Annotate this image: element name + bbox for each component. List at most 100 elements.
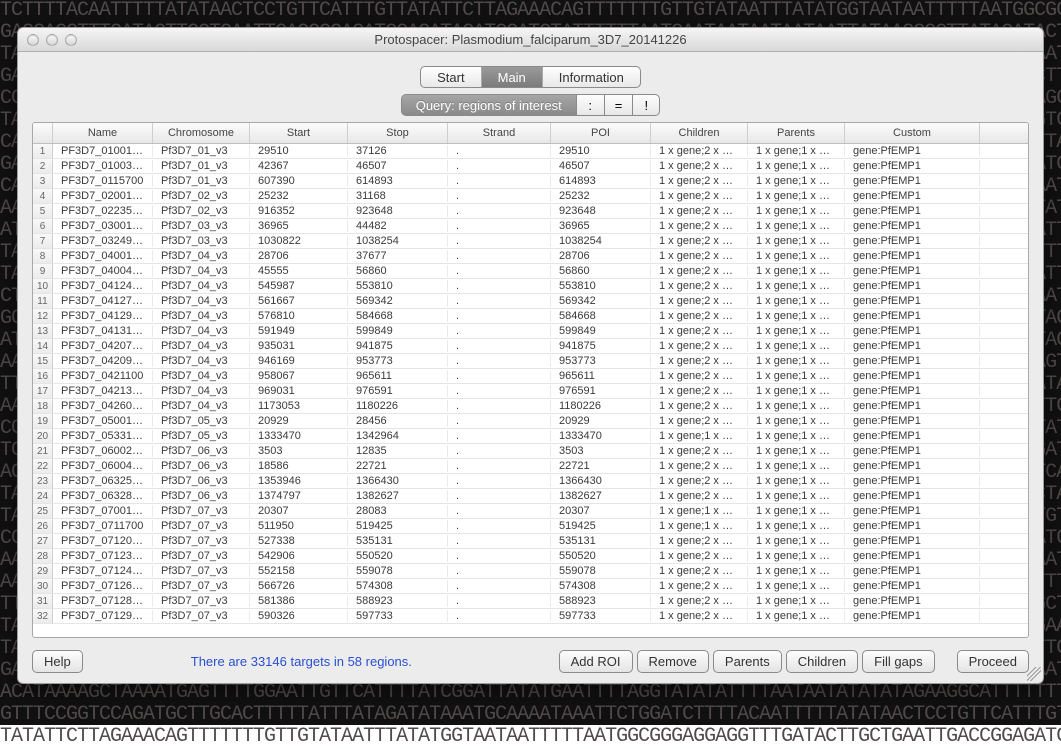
cell-poi: 29510 (551, 145, 651, 157)
table-row[interactable]: 31PF3D7_0712800Pf3D7_07_v3581386588923.5… (33, 594, 1028, 609)
row-number: 12 (33, 309, 53, 323)
cell-custom: gene:PfEMP1 (845, 520, 980, 532)
tab-information[interactable]: Information (543, 67, 640, 87)
table-row[interactable]: 6PF3D7_0300100Pf3D7_03_v33696544482.3696… (33, 219, 1028, 234)
row-number: 26 (33, 519, 53, 533)
table-row[interactable]: 16PF3D7_0421100Pf3D7_04_v3958067965611.9… (33, 369, 1028, 384)
row-number: 24 (33, 489, 53, 503)
header-custom[interactable]: Custom (845, 123, 980, 143)
cell-stop: 28083 (348, 505, 448, 517)
table-body[interactable]: 1PF3D7_0100100Pf3D7_01_v32951037126.2951… (33, 144, 1028, 637)
tab-start[interactable]: Start (421, 67, 481, 87)
table-row[interactable]: 14PF3D7_0420700Pf3D7_04_v3935031941875.9… (33, 339, 1028, 354)
minimize-icon[interactable] (46, 34, 58, 46)
table-row[interactable]: 9PF3D7_0400400Pf3D7_04_v34555556860.5686… (33, 264, 1028, 279)
cell-parents: 1 x gene;1 x mr... (748, 235, 845, 247)
table-row[interactable]: 21PF3D7_0600200Pf3D7_06_v3350312835.3503… (33, 444, 1028, 459)
cell-stop: 574308 (348, 580, 448, 592)
cell-parents: 1 x gene;1 x mr... (748, 400, 845, 412)
resize-handle-icon[interactable] (1027, 667, 1041, 681)
table-row[interactable]: 26PF3D7_0711700Pf3D7_07_v3511950519425.5… (33, 519, 1028, 534)
row-number: 32 (33, 609, 53, 623)
table-row[interactable]: 18PF3D7_0426000Pf3D7_04_v311730531180226… (33, 399, 1028, 414)
cell-children: 1 x gene;1 x ex... (651, 520, 748, 532)
cell-start: 542906 (250, 550, 348, 562)
header-chromosome[interactable]: Chromosome (153, 123, 250, 143)
header-parents[interactable]: Parents (748, 123, 845, 143)
cell-chromosome: Pf3D7_04_v3 (153, 355, 250, 367)
cell-parents: 1 x gene;1 x mr... (748, 460, 845, 472)
cell-custom: gene:PfEMP1 (845, 280, 980, 292)
table-row[interactable]: 24PF3D7_0632800Pf3D7_06_v313747971382627… (33, 489, 1028, 504)
table-row[interactable]: 7PF3D7_0324900Pf3D7_03_v310308221038254.… (33, 234, 1028, 249)
table-row[interactable]: 22PF3D7_0600400Pf3D7_06_v31858622721.227… (33, 459, 1028, 474)
header-strand[interactable]: Strand (448, 123, 551, 143)
table-row[interactable]: 28PF3D7_0712300Pf3D7_07_v3542906550520.5… (33, 549, 1028, 564)
query-colon-button[interactable]: : (576, 94, 604, 116)
cell-children: 1 x gene;2 x ex... (651, 205, 748, 217)
table-row[interactable]: 2PF3D7_0100300Pf3D7_01_v34236746507.4650… (33, 159, 1028, 174)
cell-poi: 574308 (551, 580, 651, 592)
close-icon[interactable] (27, 34, 39, 46)
table-row[interactable]: 20PF3D7_0533100Pf3D7_05_v313334701342964… (33, 429, 1028, 444)
table-row[interactable]: 19PF3D7_0500100Pf3D7_05_v32092928456.209… (33, 414, 1028, 429)
header-rownum[interactable] (33, 123, 53, 143)
parents-button[interactable]: Parents (713, 650, 782, 673)
cell-chromosome: Pf3D7_02_v3 (153, 190, 250, 202)
query-not-button[interactable]: ! (632, 94, 660, 116)
cell-parents: 1 x gene;1 x mr... (748, 145, 845, 157)
query-equals-button[interactable]: = (604, 94, 633, 116)
table-row[interactable]: 15PF3D7_0420900Pf3D7_04_v3946169953773.9… (33, 354, 1028, 369)
table-row[interactable]: 10PF3D7_0412400Pf3D7_04_v3545987553810.5… (33, 279, 1028, 294)
zoom-icon[interactable] (65, 34, 77, 46)
help-button[interactable]: Help (32, 650, 83, 673)
remove-button[interactable]: Remove (637, 650, 709, 673)
row-number: 27 (33, 534, 53, 548)
header-children[interactable]: Children (651, 123, 748, 143)
table-row[interactable]: 25PF3D7_0700100Pf3D7_07_v32030728083.203… (33, 504, 1028, 519)
titlebar[interactable]: Protospacer: Plasmodium_falciparum_3D7_2… (18, 28, 1043, 52)
cell-stop: 22721 (348, 460, 448, 472)
add-roi-button[interactable]: Add ROI (559, 650, 633, 673)
table-row[interactable]: 27PF3D7_0712000Pf3D7_07_v3527338535131.5… (33, 534, 1028, 549)
table-row[interactable]: 32PF3D7_0712900Pf3D7_07_v3590326597733.5… (33, 609, 1028, 624)
table-row[interactable]: 11PF3D7_0412700Pf3D7_04_v3561667569342.5… (33, 294, 1028, 309)
cell-stop: 923648 (348, 205, 448, 217)
table-row[interactable]: 4PF3D7_0200100Pf3D7_02_v32523231168.2523… (33, 189, 1028, 204)
cell-start: 1353946 (250, 475, 348, 487)
table-row[interactable]: 8PF3D7_0400100Pf3D7_04_v32870637677.2870… (33, 249, 1028, 264)
proceed-button[interactable]: Proceed (957, 650, 1029, 673)
table-row[interactable]: 5PF3D7_0223500Pf3D7_02_v3916352923648.92… (33, 204, 1028, 219)
cell-custom: gene:PfEMP1 (845, 505, 980, 517)
cell-children: 1 x gene;2 x ex... (651, 310, 748, 322)
table-row[interactable]: 12PF3D7_0412900Pf3D7_04_v3576810584668.5… (33, 309, 1028, 324)
fill-gaps-button[interactable]: Fill gaps (862, 650, 934, 673)
cell-custom: gene:PfEMP1 (845, 430, 980, 442)
cell-custom: gene:PfEMP1 (845, 415, 980, 427)
header-poi[interactable]: POI (551, 123, 651, 143)
tab-main[interactable]: Main (482, 67, 543, 87)
table-row[interactable]: 1PF3D7_0100100Pf3D7_01_v32951037126.2951… (33, 144, 1028, 159)
cell-poi: 20929 (551, 415, 651, 427)
cell-stop: 46507 (348, 160, 448, 172)
children-button[interactable]: Children (786, 650, 858, 673)
table-row[interactable]: 13PF3D7_0413100Pf3D7_04_v3591949599849.5… (33, 324, 1028, 339)
query-regions-button[interactable]: Query: regions of interest (401, 94, 576, 116)
table-row[interactable]: 29PF3D7_0712400Pf3D7_07_v3552158559078.5… (33, 564, 1028, 579)
cell-stop: 37126 (348, 145, 448, 157)
table-row[interactable]: 3PF3D7_0115700Pf3D7_01_v3607390614893.61… (33, 174, 1028, 189)
header-stop[interactable]: Stop (348, 123, 448, 143)
cell-custom: gene:PfEMP1 (845, 535, 980, 547)
cell-strand: . (448, 430, 551, 442)
table-row[interactable]: 30PF3D7_0712600Pf3D7_07_v3566726574308.5… (33, 579, 1028, 594)
cell-name: PF3D7_0413100 (53, 325, 153, 337)
table-row[interactable]: 17PF3D7_0421300Pf3D7_04_v3969031976591.9… (33, 384, 1028, 399)
cell-parents: 1 x gene;1 x mr... (748, 220, 845, 232)
cell-start: 591949 (250, 325, 348, 337)
header-name[interactable]: Name (53, 123, 153, 143)
cell-children: 1 x gene;2 x ex... (651, 490, 748, 502)
header-start[interactable]: Start (250, 123, 348, 143)
row-number: 30 (33, 579, 53, 593)
table-row[interactable]: 23PF3D7_0632500Pf3D7_06_v313539461366430… (33, 474, 1028, 489)
cell-strand: . (448, 205, 551, 217)
